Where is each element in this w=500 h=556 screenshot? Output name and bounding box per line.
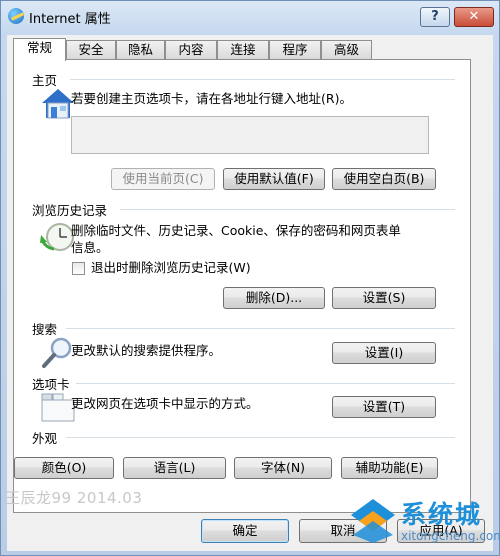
appearance-divider bbox=[66, 437, 455, 438]
search-description: 更改默认的搜索提供程序。 bbox=[71, 343, 222, 358]
window-title: Internet 属性 bbox=[29, 12, 111, 27]
tab-programs[interactable]: 程序 bbox=[269, 40, 321, 60]
ok-button[interactable]: 确定 bbox=[201, 519, 289, 543]
home-divider bbox=[70, 79, 455, 80]
history-description-line1: 删除临时文件、历史记录、Cookie、保存的密码和网页表单 bbox=[71, 223, 401, 238]
help-button[interactable]: ? bbox=[420, 7, 450, 27]
search-settings-button[interactable]: 设置(I) bbox=[332, 342, 436, 364]
delete-on-exit-label[interactable]: 退出时删除浏览历史记录(W) bbox=[91, 259, 251, 277]
internet-properties-dialog: Internet 属性 ? ✕ 常规 安全 隐私 内容 连接 程序 高级 主页 … bbox=[0, 0, 500, 556]
appearance-section-title: 外观 bbox=[32, 431, 58, 446]
tab-privacy[interactable]: 隐私 bbox=[116, 40, 165, 60]
history-description-line2: 信息。 bbox=[71, 240, 109, 255]
title-bar[interactable]: Internet 属性 ? ✕ bbox=[1, 1, 499, 31]
tab-advanced[interactable]: 高级 bbox=[321, 40, 372, 60]
history-section-title: 浏览历史记录 bbox=[32, 203, 108, 218]
close-button[interactable]: ✕ bbox=[454, 7, 494, 27]
delete-on-exit-checkbox[interactable] bbox=[72, 262, 85, 275]
tabs-divider bbox=[76, 383, 455, 384]
internet-explorer-icon bbox=[8, 8, 24, 24]
languages-button[interactable]: 语言(L) bbox=[123, 457, 226, 479]
fonts-button[interactable]: 字体(N) bbox=[234, 457, 332, 479]
use-default-button[interactable]: 使用默认值(F) bbox=[223, 168, 325, 190]
site-logo-icon bbox=[351, 499, 395, 543]
accessibility-button[interactable]: 辅助功能(E) bbox=[341, 457, 438, 479]
tab-general[interactable]: 常规 bbox=[13, 38, 66, 61]
history-settings-button[interactable]: 设置(S) bbox=[332, 287, 436, 309]
search-divider bbox=[66, 328, 455, 329]
use-blank-button[interactable]: 使用空白页(B) bbox=[332, 168, 436, 190]
tab-security[interactable]: 安全 bbox=[66, 40, 116, 60]
colors-button[interactable]: 颜色(O) bbox=[14, 457, 114, 479]
home-page-addresses[interactable] bbox=[71, 116, 429, 154]
site-logo: 系统城 xitongcheng.com bbox=[349, 495, 500, 555]
history-divider bbox=[120, 209, 455, 210]
site-logo-url: xitongcheng.com bbox=[401, 529, 500, 543]
general-tab-panel: 主页 若要创建主页选项卡，请在各地址行键入地址(R)。 使用当前页(C) 使用默… bbox=[13, 59, 471, 513]
tab-connections[interactable]: 连接 bbox=[217, 40, 269, 60]
tabs-description: 更改网页在选项卡中显示的方式。 bbox=[71, 396, 259, 411]
home-description: 若要创建主页选项卡，请在各地址行键入地址(R)。 bbox=[71, 91, 352, 106]
delete-history-button[interactable]: 删除(D)... bbox=[223, 287, 325, 309]
tab-content[interactable]: 内容 bbox=[165, 40, 217, 60]
use-current-button[interactable]: 使用当前页(C) bbox=[111, 168, 215, 190]
site-logo-brand: 系统城 bbox=[401, 500, 483, 529]
tabs-settings-button[interactable]: 设置(T) bbox=[332, 396, 436, 418]
author-watermark: 王辰龙99 2014.03 bbox=[5, 489, 143, 507]
dialog-body: 常规 安全 隐私 内容 连接 程序 高级 主页 若要创建主页选项卡，请在各地址行… bbox=[7, 35, 493, 551]
